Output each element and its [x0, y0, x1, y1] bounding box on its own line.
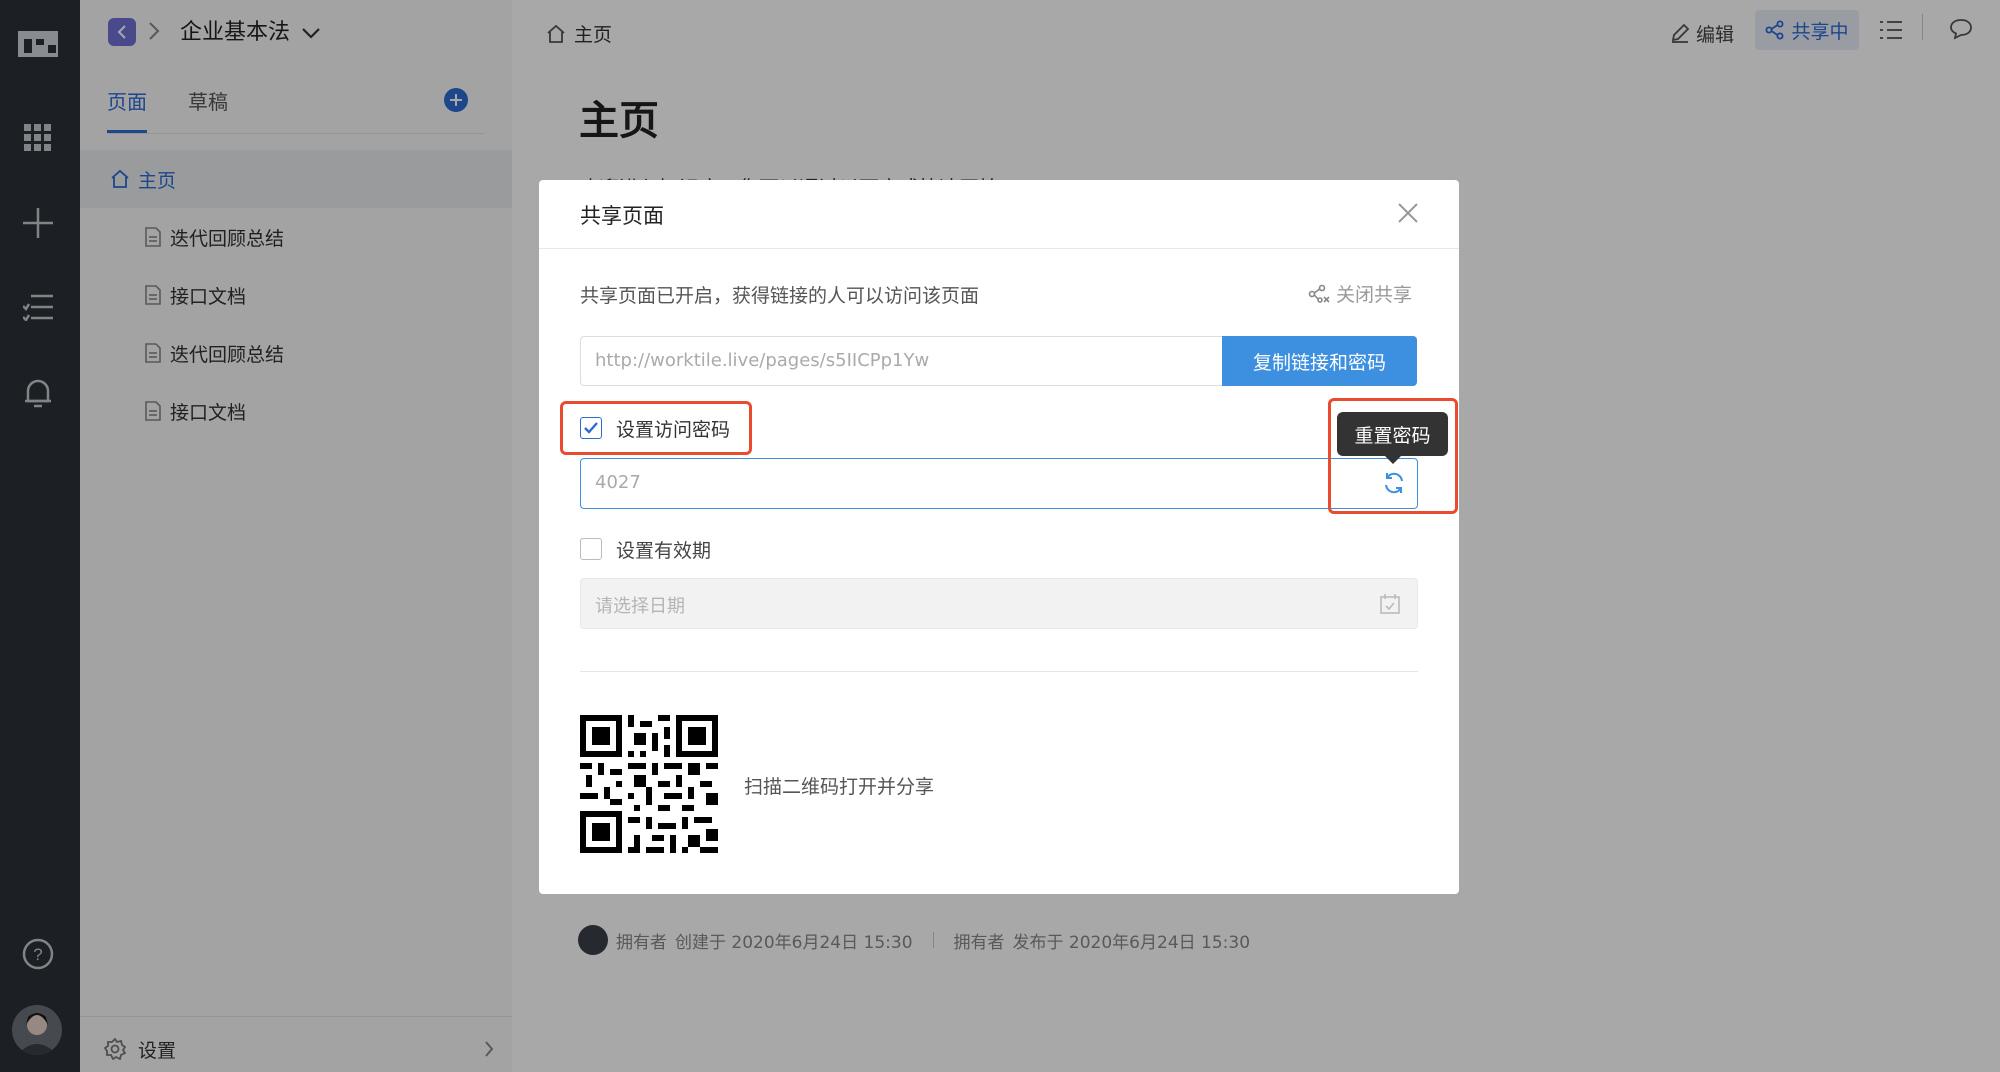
password-value: 4027	[595, 472, 641, 493]
dialog-header: 共享页面	[539, 180, 1459, 249]
share-page-dialog: 共享页面 共享页面已开启，获得链接的人可以访问该页面 关闭共享 http://w…	[539, 180, 1459, 894]
share-off-icon	[1308, 284, 1330, 304]
expiry-date-input[interactable]: 请选择日期	[580, 578, 1418, 629]
close-share-button[interactable]: 关闭共享	[1308, 280, 1412, 307]
copy-link-button[interactable]: 复制链接和密码	[1222, 336, 1417, 386]
date-placeholder: 请选择日期	[595, 596, 685, 617]
expiry-checkbox-label[interactable]: 设置有效期	[616, 536, 711, 563]
expiry-checkbox[interactable]	[580, 538, 602, 560]
share-status-text: 共享页面已开启，获得链接的人可以访问该页面	[580, 285, 980, 307]
qr-code	[580, 715, 718, 853]
calendar-icon	[1379, 593, 1401, 619]
divider	[580, 671, 1418, 672]
share-link-text: http://worktile.live/pages/s5IICPp1Yw	[595, 350, 930, 371]
qr-caption: 扫描二维码打开并分享	[744, 776, 935, 798]
highlight-password-option	[560, 401, 752, 455]
dialog-title: 共享页面	[580, 204, 664, 228]
highlight-reset-password	[1328, 398, 1458, 514]
close-icon[interactable]	[1397, 202, 1419, 228]
password-input[interactable]: 4027	[580, 458, 1418, 509]
share-link-field[interactable]: http://worktile.live/pages/s5IICPp1Yw	[580, 336, 1223, 386]
